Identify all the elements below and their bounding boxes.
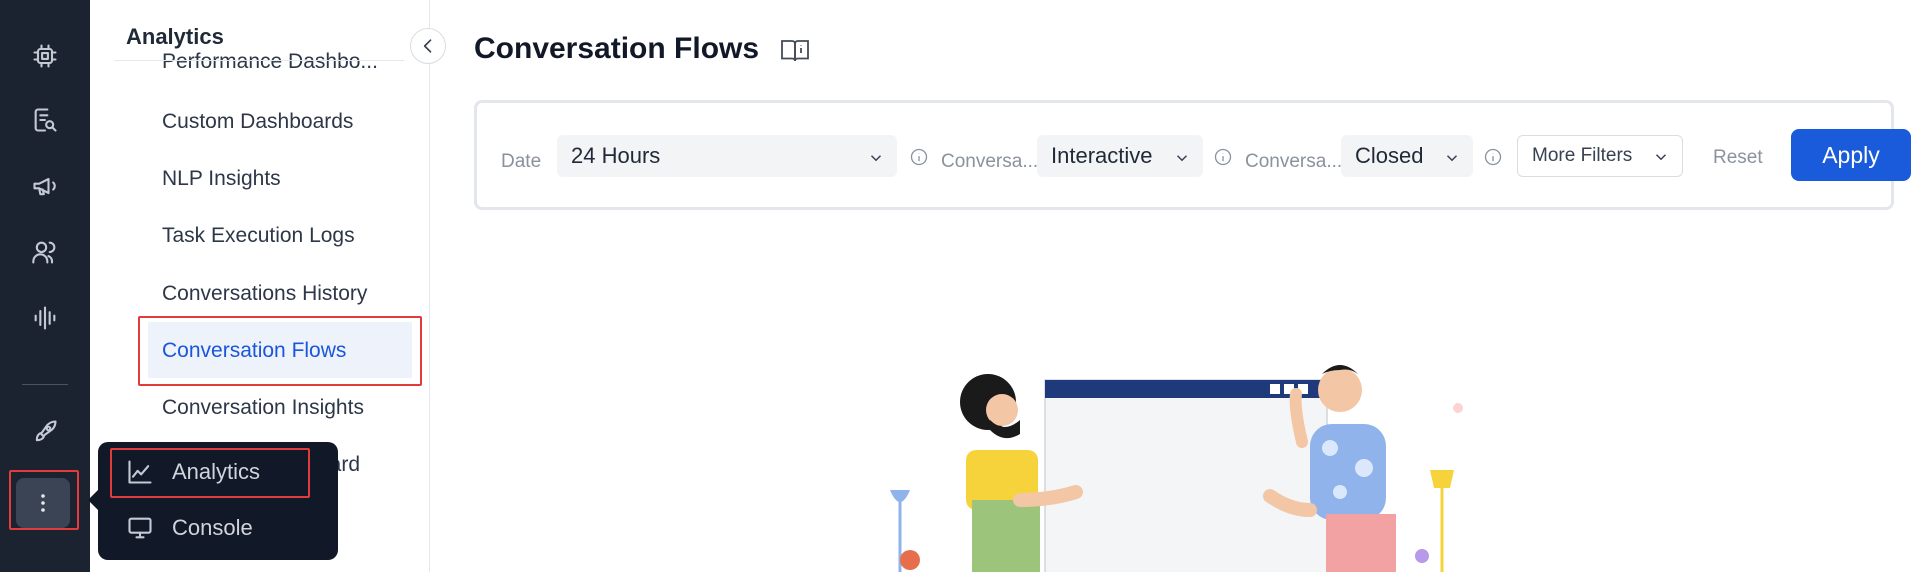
date-filter-select[interactable]: 24 Hours [557,135,897,177]
popup-item-console[interactable]: Console [126,514,253,542]
conversation-status-select[interactable]: Closed [1341,135,1473,177]
more-options-highlight [9,470,79,530]
subnav-title: Analytics [126,24,224,49]
conversation-type-select[interactable]: Interactive [1037,135,1203,177]
info-icon[interactable] [909,147,929,167]
chevron-down-icon [1652,148,1670,172]
subnav-title-divider [114,60,404,61]
audio-wave-icon[interactable] [25,298,65,338]
conversation-status-value: Closed [1355,143,1424,168]
empty-state-illustration [890,365,1463,572]
popup-item-label: Console [172,515,253,540]
document-search-icon[interactable] [25,100,65,140]
reset-button[interactable]: Reset [1713,147,1763,169]
icon-rail [0,0,90,572]
subnav-item-custom-dashboards[interactable]: Custom Dashboards [162,110,353,134]
rocket-icon[interactable] [25,412,65,452]
apply-button[interactable]: Apply [1791,129,1911,181]
page-title: Conversation Flows [474,32,760,65]
conversation-status-label: Conversa... [1245,151,1343,172]
chevron-left-icon [423,39,432,53]
collapse-subnav-button[interactable] [410,28,446,64]
date-filter-value: 24 Hours [571,143,661,168]
rail-divider [22,384,68,385]
more-options-popup: Analytics Console [98,442,338,560]
subnav-active-highlight [138,316,422,386]
subnav-item-nlp-insights[interactable]: NLP Insights [162,167,281,191]
chevron-down-icon [1443,147,1461,165]
more-filters-dropdown[interactable]: More Filters [1517,135,1683,177]
conversation-type-label: Conversa... [941,151,1039,172]
app-root: Performance Dashbo... Analytics Custom D… [0,0,1912,572]
chip-icon[interactable] [25,36,65,76]
book-info-icon[interactable] [780,38,810,69]
chevron-down-icon [1173,147,1191,165]
info-icon[interactable] [1213,147,1233,167]
monitor-icon [128,517,152,539]
chevron-down-icon [867,147,885,165]
filter-bar: Date 24 Hours Conversa... Interactive Co… [474,100,1911,210]
users-icon[interactable] [25,232,65,272]
more-filters-label: More Filters [1532,145,1633,166]
date-filter-label: Date [501,151,542,172]
conversation-type-value: Interactive [1051,143,1153,168]
popup-analytics-highlight [110,448,310,498]
megaphone-icon[interactable] [25,166,65,206]
subnav-item-conversations-history[interactable]: Conversations History [162,282,367,306]
subnav-item-task-execution-logs[interactable]: Task Execution Logs [162,224,355,248]
info-icon[interactable] [1483,147,1503,167]
subnav-item-conversation-insights[interactable]: Conversation Insights [162,396,364,420]
subnav-item-performance-dashboard[interactable]: Performance Dashbo... [162,50,378,74]
